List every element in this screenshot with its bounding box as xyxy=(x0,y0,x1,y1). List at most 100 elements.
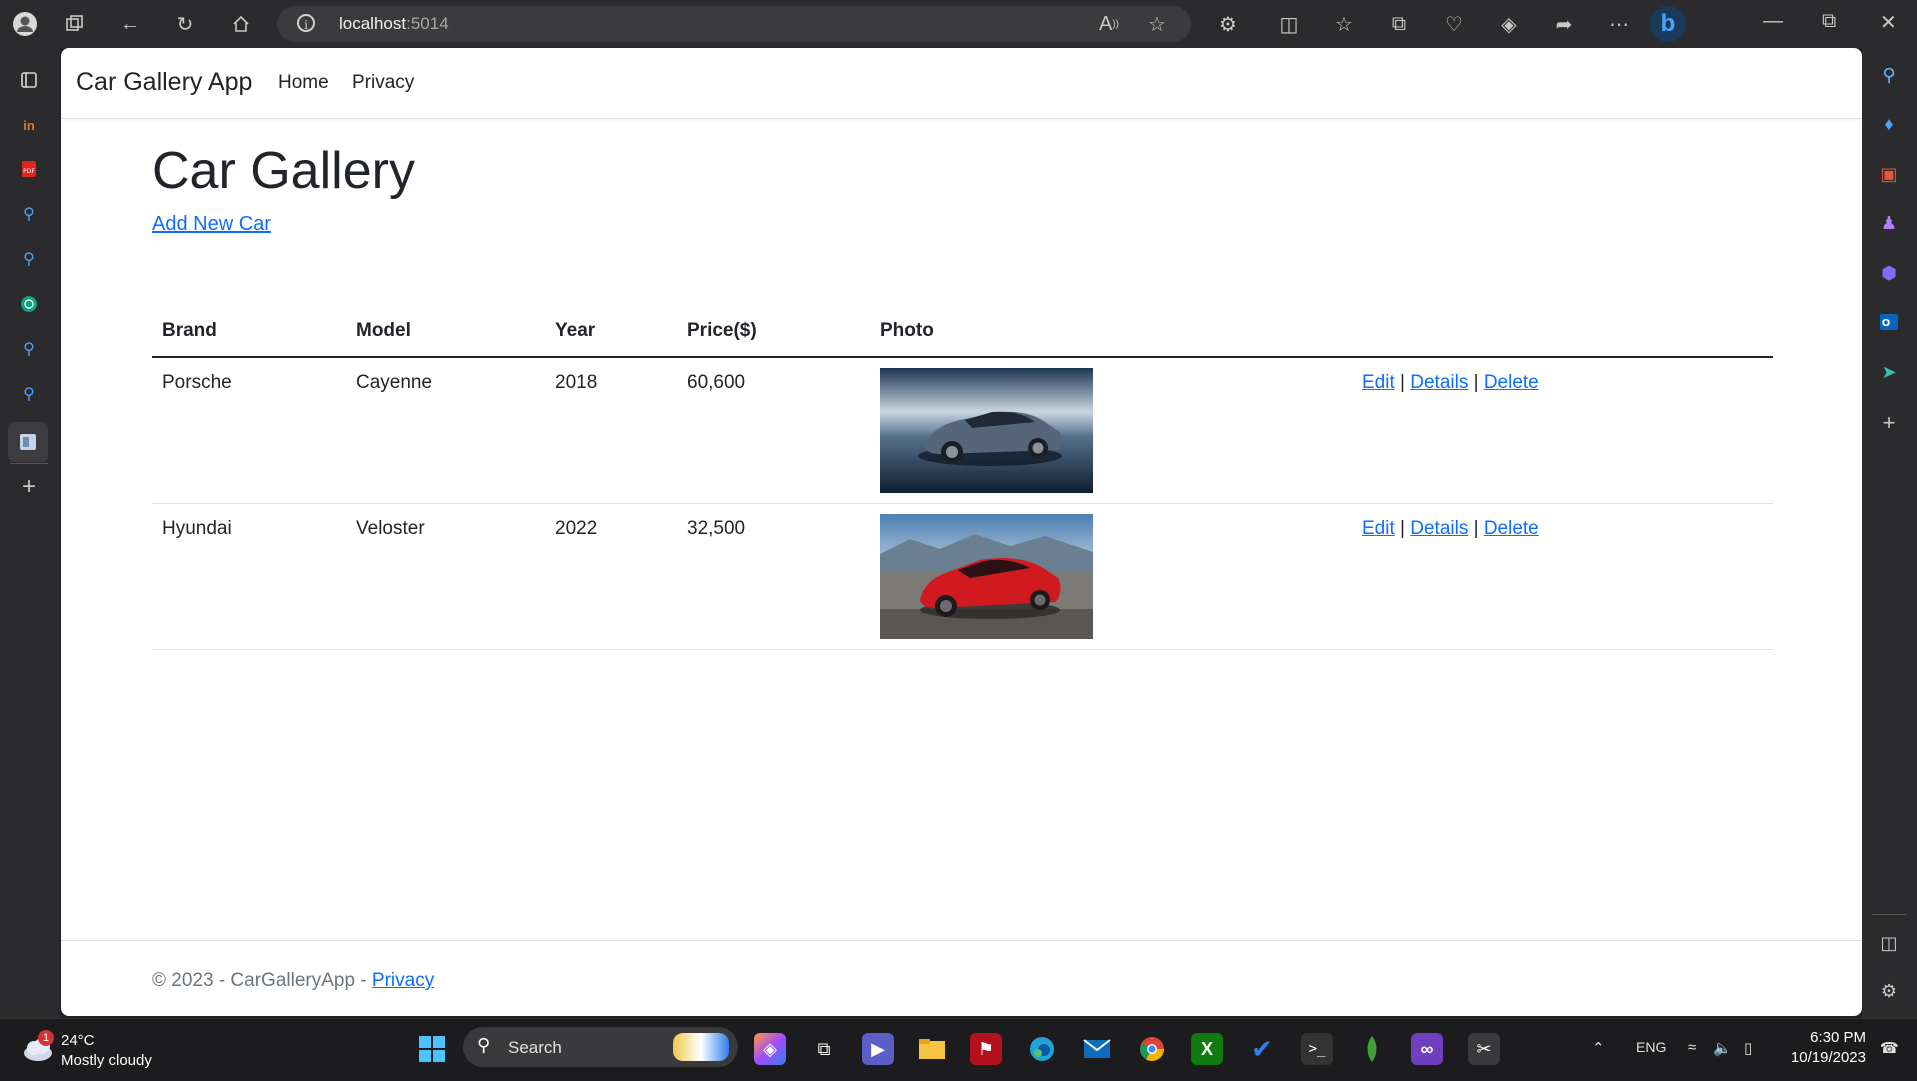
search-icon[interactable]: ⚲ xyxy=(1876,62,1902,88)
tab-favicon-icon[interactable]: in xyxy=(16,112,42,138)
wifi-icon[interactable]: ≈ xyxy=(1688,1039,1696,1056)
chrome-icon[interactable] xyxy=(1136,1033,1168,1065)
share-icon[interactable]: ➦ xyxy=(1550,10,1578,38)
tray-overflow-icon[interactable]: ⌃ xyxy=(1592,1039,1605,1057)
footer-privacy-link[interactable]: Privacy xyxy=(372,970,434,991)
workspaces-icon[interactable] xyxy=(61,10,89,38)
cell-photo xyxy=(870,503,1352,650)
restore-icon[interactable]: ⧉ xyxy=(1822,10,1836,33)
porsche-cayenne-photo xyxy=(880,368,1093,493)
details-link[interactable]: Details xyxy=(1410,518,1468,539)
clock-date: 10/19/2023 xyxy=(1790,1049,1866,1066)
delete-link[interactable]: Delete xyxy=(1484,518,1539,539)
search-tab-icon[interactable]: ⚲ xyxy=(16,246,42,272)
file-explorer-icon[interactable] xyxy=(916,1033,948,1065)
start-button-icon[interactable] xyxy=(416,1033,448,1065)
games-icon[interactable]: ♟ xyxy=(1876,210,1902,236)
add-sidebar-app-icon[interactable]: + xyxy=(1876,410,1902,436)
browser-essentials-icon[interactable]: ♡ xyxy=(1440,10,1468,38)
app-icon[interactable]: ⚑ xyxy=(970,1033,1002,1065)
teams-chat-icon[interactable]: ▶ xyxy=(862,1033,894,1065)
task-view-icon[interactable]: ⧉ xyxy=(808,1033,840,1065)
new-tab-icon[interactable]: + xyxy=(16,473,42,500)
column-header-actions xyxy=(1352,306,1773,358)
mongodb-icon[interactable] xyxy=(1356,1033,1388,1065)
add-new-car-link[interactable]: Add New Car xyxy=(152,213,271,236)
nav-link-home[interactable]: Home xyxy=(278,72,329,94)
cell-brand: Porsche xyxy=(152,357,346,504)
home-icon[interactable] xyxy=(227,10,255,38)
read-aloud-icon[interactable]: A)) xyxy=(1095,10,1123,38)
search-tab-icon[interactable]: ⚲ xyxy=(16,336,42,362)
hyundai-veloster-photo xyxy=(880,514,1093,639)
tab-actions-icon[interactable] xyxy=(16,67,42,93)
windows-taskbar: 1 24°C Mostly cloudy ⚲ Search ◈ ⧉ ▶ ⚑ X … xyxy=(0,1018,1917,1081)
taskbar-search[interactable]: ⚲ Search xyxy=(463,1027,738,1067)
collections-icon[interactable]: ⧉ xyxy=(1385,10,1413,38)
extensions-icon[interactable]: ⚙ xyxy=(1214,10,1242,38)
favorites-icon[interactable]: ☆ xyxy=(1330,10,1358,38)
todo-icon[interactable]: ✔ xyxy=(1246,1033,1278,1065)
minimize-icon[interactable]: — xyxy=(1763,10,1783,33)
bing-chat-icon[interactable]: b xyxy=(1650,6,1686,42)
sidebar-divider xyxy=(1872,914,1907,915)
footer-text: © 2023 - CarGalleryApp - Privacy xyxy=(152,970,434,992)
cell-price: 60,600 xyxy=(677,357,870,504)
copilot-pre-icon[interactable]: ◈ xyxy=(754,1033,786,1065)
search-tab-icon[interactable]: ⚲ xyxy=(16,381,42,407)
microsoft365-icon[interactable]: ⬢ xyxy=(1876,260,1902,286)
url-text: localhost:5014 xyxy=(339,14,449,33)
language-indicator[interactable]: ENG xyxy=(1636,1039,1666,1055)
xbox-icon[interactable]: X xyxy=(1191,1033,1223,1065)
svg-text:PDF: PDF xyxy=(23,168,35,175)
snipping-tool-icon[interactable]: ✂ xyxy=(1468,1033,1500,1065)
drop-icon[interactable]: ➤ xyxy=(1876,359,1902,385)
split-screen-icon[interactable]: ◫ xyxy=(1275,10,1303,38)
hide-sidebar-icon[interactable]: ◫ xyxy=(1876,930,1902,956)
action-separator: | xyxy=(1473,372,1479,393)
volume-icon[interactable]: 🔈 xyxy=(1713,1039,1732,1057)
cell-year: 2022 xyxy=(545,503,677,650)
action-separator: | xyxy=(1473,518,1479,539)
edit-link[interactable]: Edit xyxy=(1362,518,1395,539)
shopping-icon[interactable]: ♦ xyxy=(1876,111,1902,137)
terminal-icon[interactable]: >_ xyxy=(1301,1033,1333,1065)
delete-link[interactable]: Delete xyxy=(1484,372,1539,393)
edge-browser-icon[interactable] xyxy=(1026,1033,1058,1065)
mail-icon[interactable] xyxy=(1081,1033,1113,1065)
address-bar[interactable]: i localhost:5014 A)) ☆ xyxy=(277,6,1191,42)
profile-icon[interactable] xyxy=(11,10,39,38)
notifications-icon[interactable]: ☎ xyxy=(1880,1039,1899,1057)
taskbar-clock[interactable]: 6:30 PM 10/19/2023 xyxy=(1781,1028,1866,1068)
active-tab-icon[interactable] xyxy=(8,422,48,462)
chatgpt-tab-icon[interactable] xyxy=(16,291,42,317)
cell-photo xyxy=(870,357,1352,504)
copilot-icon[interactable]: ◈ xyxy=(1495,10,1523,38)
site-info-icon[interactable]: i xyxy=(297,14,315,32)
weather-description: Mostly cloudy xyxy=(61,1052,152,1069)
column-header-model: Model xyxy=(346,306,545,358)
cell-actions: Edit | Details | Delete xyxy=(1352,357,1773,504)
refresh-icon[interactable]: ↻ xyxy=(171,10,199,38)
close-window-icon[interactable]: ✕ xyxy=(1880,10,1897,35)
table-header-row: Brand Model Year Price($) Photo xyxy=(152,306,1773,358)
table-row: Porsche Cayenne 2018 60,600 Edit | Detai… xyxy=(152,357,1773,504)
details-link[interactable]: Details xyxy=(1410,372,1468,393)
footer-copyright: © 2023 - CarGalleryApp - xyxy=(152,970,372,991)
cell-model: Cayenne xyxy=(346,357,545,504)
tools-icon[interactable]: ▣ xyxy=(1876,161,1902,187)
more-options-icon[interactable]: ⋯ xyxy=(1605,10,1633,38)
weather-badge: 1 xyxy=(38,1030,54,1046)
search-tab-icon[interactable]: ⚲ xyxy=(16,201,42,227)
battery-icon[interactable]: ▯ xyxy=(1744,1039,1752,1057)
back-icon[interactable]: ← xyxy=(116,10,144,38)
navbar-brand[interactable]: Car Gallery App xyxy=(76,68,252,97)
favorite-star-icon[interactable]: ☆ xyxy=(1143,10,1171,38)
svg-text:O: O xyxy=(1882,318,1891,329)
settings-gear-icon[interactable]: ⚙ xyxy=(1876,978,1902,1004)
edit-link[interactable]: Edit xyxy=(1362,372,1395,393)
visual-studio-icon[interactable]: ∞ xyxy=(1411,1033,1443,1065)
nav-link-privacy[interactable]: Privacy xyxy=(352,72,414,94)
outlook-icon[interactable]: O xyxy=(1876,309,1902,335)
pdf-tab-icon[interactable]: PDF xyxy=(16,156,42,182)
